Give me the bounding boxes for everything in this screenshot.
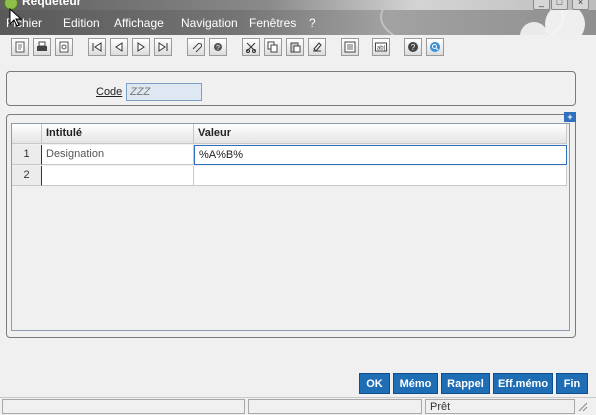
ok-button[interactable]: OK — [359, 373, 390, 394]
decorative-circle — [545, 10, 585, 35]
svg-text:?: ? — [216, 45, 220, 52]
status-text: Prêt — [425, 399, 575, 414]
paste-icon[interactable] — [286, 38, 304, 56]
last-record-icon[interactable] — [154, 38, 172, 56]
minimize-button[interactable]: _ — [533, 0, 550, 10]
status-panel — [2, 399, 245, 414]
svg-text:ab|: ab| — [377, 46, 386, 52]
help-icon[interactable]: ? — [404, 38, 422, 56]
status-panel — [248, 399, 422, 414]
cut-icon[interactable] — [242, 38, 260, 56]
menu-affichage[interactable]: Affichage — [114, 16, 164, 30]
valeur-cell[interactable]: %A%B% — [194, 145, 567, 165]
column-header-intitule[interactable]: Intitulé — [42, 124, 194, 144]
menu-help[interactable]: ? — [309, 16, 316, 30]
row-number[interactable]: 2 — [12, 166, 42, 186]
rappel-button[interactable]: Rappel — [441, 373, 490, 394]
valeur-cell[interactable] — [194, 166, 567, 186]
print-preview-icon[interactable] — [55, 38, 73, 56]
header-panel — [6, 71, 576, 106]
form-icon[interactable] — [341, 38, 359, 56]
resize-grip-icon[interactable] — [576, 400, 588, 412]
close-button[interactable]: × — [572, 0, 589, 10]
corner-cell — [12, 124, 42, 144]
grid-header-row: Intitulé Valeur — [12, 124, 567, 144]
menu-edition[interactable]: Edition — [63, 16, 100, 30]
menu-fenetres[interactable]: Fenêtres — [249, 16, 296, 30]
intitule-cell[interactable] — [42, 166, 194, 186]
code-field[interactable] — [126, 83, 202, 101]
table-row[interactable]: 1 Designation %A%B% — [12, 145, 567, 165]
copy-icon[interactable] — [264, 38, 282, 56]
title-bar: Requêteur _ □ × — [0, 0, 596, 10]
print-icon[interactable] — [33, 38, 51, 56]
attach-icon[interactable] — [187, 38, 205, 56]
previous-record-icon[interactable] — [110, 38, 128, 56]
search-icon[interactable] — [426, 38, 444, 56]
eff-memo-button[interactable]: Eff.mémo — [493, 373, 553, 394]
column-header-valeur[interactable]: Valeur — [194, 124, 567, 144]
intitule-cell[interactable]: Designation — [42, 145, 194, 165]
clear-icon[interactable] — [308, 38, 326, 56]
text-field-icon[interactable]: ab| — [372, 38, 390, 56]
row-number[interactable]: 1 — [12, 145, 42, 165]
next-record-icon[interactable] — [132, 38, 150, 56]
table-row[interactable]: 2 — [12, 166, 567, 186]
window-title: Requêteur — [22, 0, 82, 8]
data-grid: Intitulé Valeur 1 Designation %A%B% 2 — [11, 123, 570, 331]
add-row-button[interactable]: + — [564, 112, 576, 122]
maximize-button[interactable]: □ — [551, 0, 568, 10]
status-bar: Prêt — [0, 397, 596, 415]
toolbar: ? ab| ? — [0, 35, 596, 61]
svg-text:?: ? — [411, 43, 416, 52]
fin-button[interactable]: Fin — [556, 373, 588, 394]
settings-icon[interactable]: ? — [209, 38, 227, 56]
memo-button[interactable]: Mémo — [393, 373, 438, 394]
first-record-icon[interactable] — [88, 38, 106, 56]
new-doc-icon[interactable] — [11, 38, 29, 56]
code-label: Code — [96, 86, 123, 98]
mouse-pointer-icon — [9, 8, 23, 27]
menu-navigation[interactable]: Navigation — [181, 16, 238, 30]
menu-bar: Fichier Edition Affichage Navigation Fen… — [0, 10, 596, 35]
